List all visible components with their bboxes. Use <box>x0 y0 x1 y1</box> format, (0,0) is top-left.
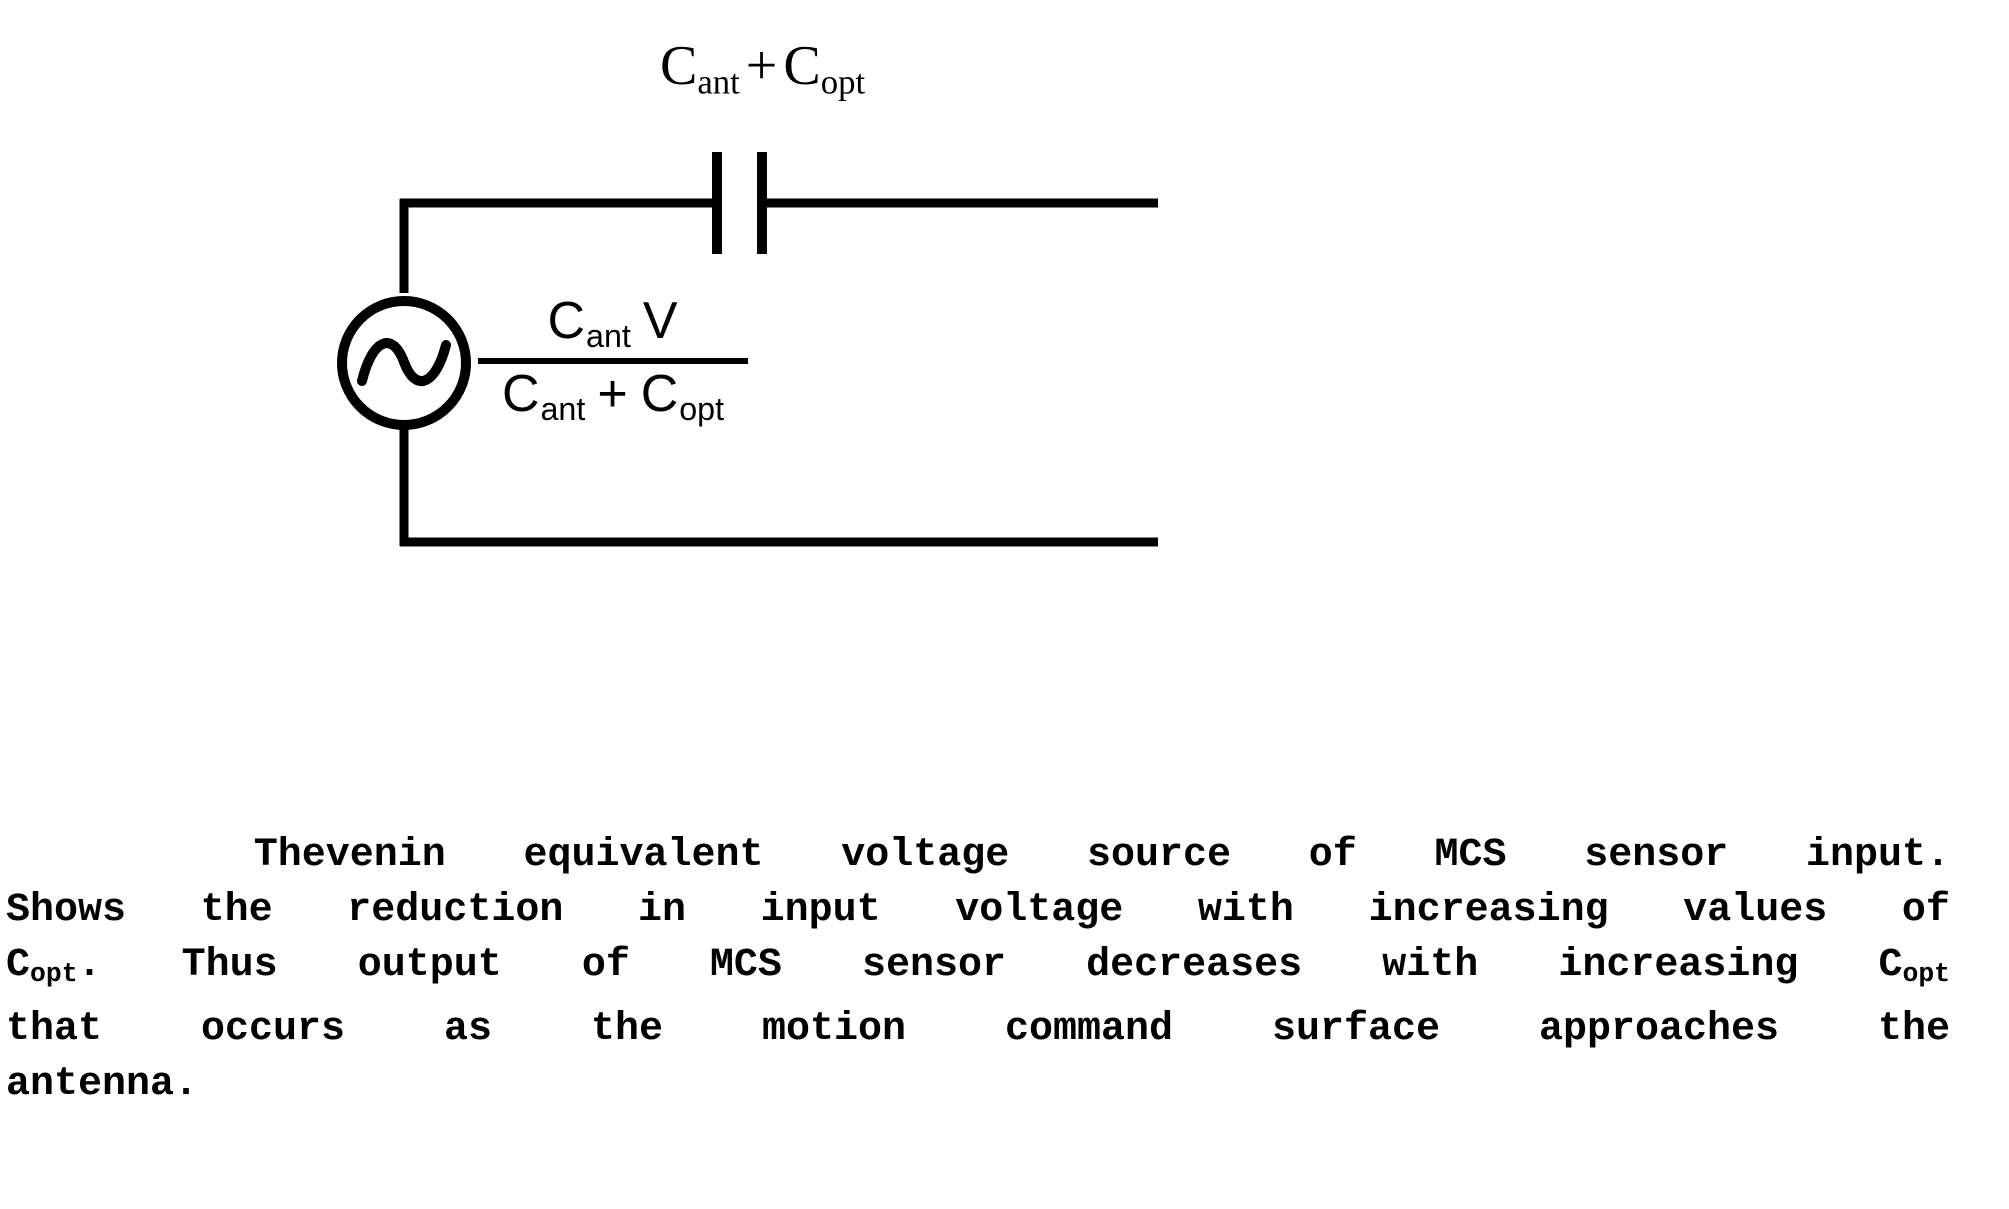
caption-word: of <box>581 943 630 988</box>
caption-word: values <box>1683 888 1828 933</box>
denominator-plus: + <box>597 365 629 424</box>
caption-word: reduction <box>347 888 564 933</box>
caption-word: Thus <box>181 943 278 988</box>
caption-word: motion <box>761 1006 906 1052</box>
fraction-numerator: Cant V <box>478 295 748 356</box>
caption-word: the <box>200 888 273 933</box>
caption-word: equivalent <box>523 833 764 878</box>
caption-word: MCS <box>709 943 782 988</box>
caption-line-5: antenna. <box>6 1061 199 1107</box>
figure-caption: Thevenin equivalent voltage source of MC… <box>0 828 1964 1112</box>
caption-word: of <box>1308 833 1357 878</box>
caption-word: sensor <box>1584 833 1729 878</box>
caption-word: command <box>1004 1006 1173 1052</box>
caption-word: output <box>357 943 502 988</box>
numerator-variable-v: V <box>642 292 679 350</box>
caption-word: Shows <box>6 888 127 933</box>
caption-word: input <box>760 888 881 933</box>
numerator-c-ant: Cant <box>547 292 631 355</box>
caption-word: increasing <box>1558 943 1799 988</box>
circuit-diagram <box>337 152 1158 547</box>
caption-word: Thevenin <box>253 833 446 878</box>
caption-line-1: Thevenin equivalent voltage source of MC… <box>6 828 1950 883</box>
caption-word: with <box>1382 943 1479 988</box>
caption-line-3: Copt. Thus output of MCS sensor decrease… <box>6 938 1950 1002</box>
caption-line-2: Shows the reduction in input voltage wit… <box>6 883 1950 938</box>
caption-symbol-c-opt: Copt <box>1878 943 1950 989</box>
caption-line-4: that occurs as the motion command surfac… <box>6 1002 1950 1057</box>
caption-symbol-c-opt: Copt. <box>6 943 102 989</box>
caption-word: of <box>1901 888 1950 933</box>
caption-word: occurs <box>200 1006 346 1052</box>
caption-word: sensor <box>862 943 1007 988</box>
caption-word: decreases <box>1086 943 1303 988</box>
caption-word: voltage <box>841 833 1010 878</box>
caption-word: that <box>6 1006 103 1052</box>
caption-word: source <box>1086 833 1232 878</box>
caption-word: the <box>590 1006 663 1052</box>
caption-word: MCS <box>1434 833 1507 878</box>
denominator-c-ant: Cant <box>501 365 586 428</box>
fraction-denominator: Cant + Copt <box>478 368 748 425</box>
caption-word: increasing <box>1368 888 1609 933</box>
caption-word: voltage <box>955 888 1124 933</box>
figure-thevenin-equivalent-circuit: Cant + Copt Cant V Cant + Copt <box>0 0 2009 640</box>
caption-word: in <box>637 888 686 933</box>
thevenin-voltage-expression: Cant V Cant + Copt <box>478 295 748 426</box>
caption-word: surface <box>1271 1006 1440 1052</box>
caption-word: as <box>443 1006 492 1052</box>
caption-word: the <box>1877 1006 1950 1052</box>
caption-word: input. <box>1805 833 1950 878</box>
caption-word: approaches <box>1538 1006 1779 1052</box>
fraction-bar <box>478 358 748 365</box>
denominator-c-opt: Copt <box>640 365 725 428</box>
caption-indent <box>6 828 176 883</box>
caption-word: with <box>1197 888 1294 933</box>
ac-source-sine-icon <box>357 338 451 386</box>
